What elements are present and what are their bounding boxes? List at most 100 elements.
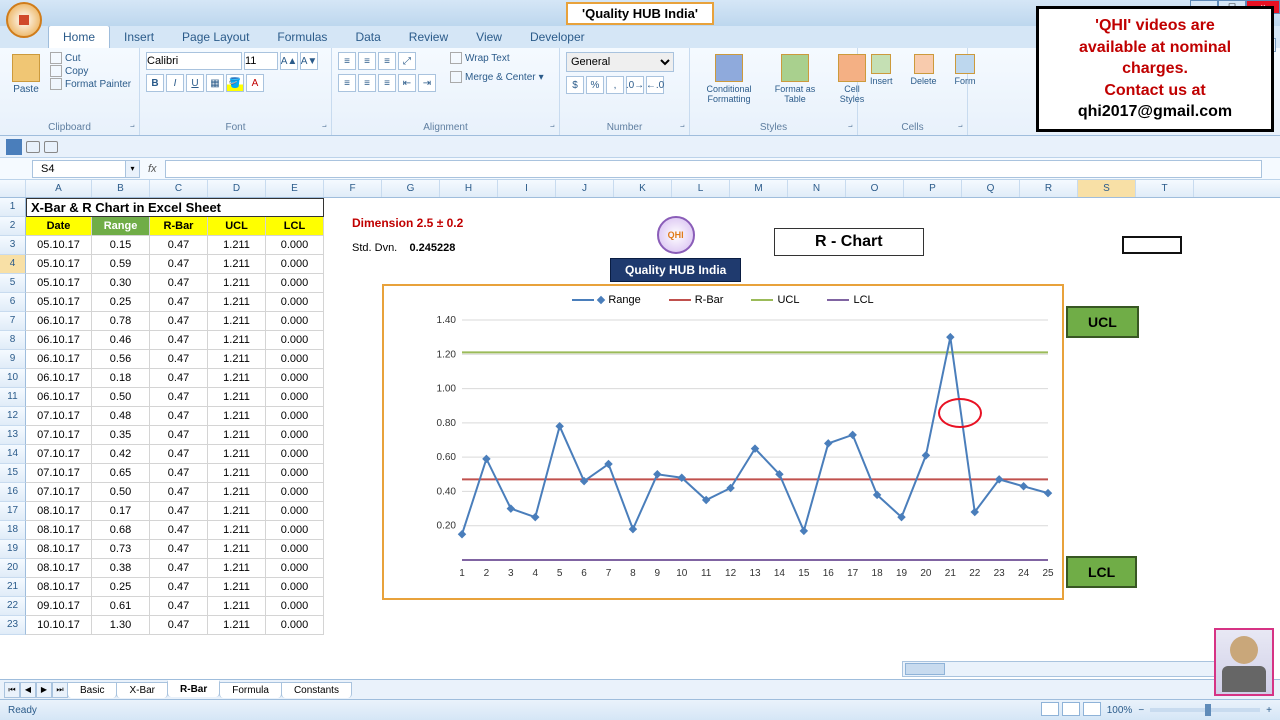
tab-review[interactable]: Review (395, 26, 462, 48)
font-name-input[interactable] (146, 52, 242, 70)
tab-view[interactable]: View (462, 26, 516, 48)
col-header[interactable]: Q (962, 180, 1020, 197)
sheet-nav-next[interactable]: ▶ (36, 682, 52, 698)
format-painter-button[interactable]: Format Painter (50, 78, 131, 90)
align-left[interactable]: ≡ (338, 74, 356, 92)
col-header[interactable]: C (150, 180, 208, 197)
svg-text:0.80: 0.80 (437, 418, 457, 429)
align-bottom[interactable]: ≡ (378, 52, 396, 70)
italic-button[interactable]: I (166, 74, 184, 92)
tab-formulas[interactable]: Formulas (263, 26, 341, 48)
insert-cells-button[interactable]: Insert (864, 52, 899, 88)
col-header[interactable]: M (730, 180, 788, 197)
font-color-button[interactable]: A (246, 74, 264, 92)
col-header[interactable]: K (614, 180, 672, 197)
col-header[interactable]: N (788, 180, 846, 197)
paste-button[interactable]: Paste (6, 52, 46, 97)
name-box[interactable] (32, 160, 126, 178)
increase-decimal[interactable]: .0→ (626, 76, 644, 94)
sheet-tab-xbar[interactable]: X-Bar (116, 682, 168, 698)
percent-button[interactable]: % (586, 76, 604, 94)
col-header[interactable]: S (1078, 180, 1136, 197)
decrease-font-button[interactable]: A▼ (300, 52, 318, 70)
col-header[interactable]: J (556, 180, 614, 197)
align-middle[interactable]: ≡ (358, 52, 376, 70)
number-format-select[interactable]: General (566, 52, 674, 72)
merge-center-button[interactable]: Merge & Center ▾ (450, 71, 544, 83)
copy-button[interactable]: Copy (50, 65, 131, 77)
align-top[interactable]: ≡ (338, 52, 356, 70)
border-button[interactable]: ▦ (206, 74, 224, 92)
align-center[interactable]: ≡ (358, 74, 376, 92)
col-header[interactable]: H (440, 180, 498, 197)
sheet-nav-first[interactable]: ⏮ (4, 682, 20, 698)
col-header[interactable]: P (904, 180, 962, 197)
col-header[interactable]: A (26, 180, 92, 197)
promo-line: available at nominal (1047, 37, 1263, 59)
tab-developer[interactable]: Developer (516, 26, 599, 48)
worksheet-grid[interactable]: A B C D E F G H I J K L M N O P Q R S T … (0, 180, 1280, 682)
zoom-in-button[interactable]: + (1266, 705, 1272, 716)
orientation-button[interactable]: ⤢ (398, 52, 416, 70)
col-header[interactable]: O (846, 180, 904, 197)
name-box-dropdown[interactable]: ▾ (126, 160, 140, 178)
redo-button[interactable] (44, 141, 58, 153)
cond-format-icon (715, 54, 743, 82)
svg-text:0.40: 0.40 (437, 486, 457, 497)
sheet-tab-rbar[interactable]: R-Bar (167, 680, 220, 697)
wrap-text-button[interactable]: Wrap Text (450, 52, 544, 64)
brand-name: Quality HUB India (610, 258, 741, 282)
underline-button[interactable]: U (186, 74, 204, 92)
normal-view-button[interactable] (1041, 702, 1059, 716)
format-as-table-button[interactable]: Format as Table (768, 52, 822, 106)
sheet-nav-prev[interactable]: ◀ (20, 682, 36, 698)
fx-icon[interactable]: fx (148, 163, 157, 175)
sheet-nav-last[interactable]: ⏭ (52, 682, 68, 698)
col-header[interactable]: E (266, 180, 324, 197)
cut-button[interactable]: Cut (50, 52, 131, 64)
sheet-tab-formula[interactable]: Formula (219, 682, 282, 698)
select-all-corner[interactable] (0, 180, 26, 197)
col-header[interactable]: G (382, 180, 440, 197)
page-break-view-button[interactable] (1083, 702, 1101, 716)
fill-color-button[interactable]: 🪣 (226, 74, 244, 92)
svg-text:0.60: 0.60 (437, 452, 457, 463)
tab-insert[interactable]: Insert (110, 26, 168, 48)
font-size-input[interactable] (244, 52, 278, 70)
decrease-decimal[interactable]: ←.0 (646, 76, 664, 94)
bold-button[interactable]: B (146, 74, 164, 92)
office-button[interactable] (6, 2, 42, 38)
sheet-tab-constants[interactable]: Constants (281, 682, 352, 698)
col-header[interactable]: I (498, 180, 556, 197)
format-cells-button[interactable]: Form (949, 52, 982, 88)
save-button[interactable] (6, 139, 22, 155)
tab-data[interactable]: Data (341, 26, 394, 48)
page-layout-view-button[interactable] (1062, 702, 1080, 716)
col-header[interactable]: R (1020, 180, 1078, 197)
chart-object[interactable]: Range R-Bar UCL LCL 0.200.400.600.801.00… (382, 284, 1064, 600)
zoom-out-button[interactable]: − (1138, 705, 1144, 716)
group-label: Number (560, 122, 689, 133)
col-header[interactable]: L (672, 180, 730, 197)
tab-page-layout[interactable]: Page Layout (168, 26, 263, 48)
col-header[interactable]: B (92, 180, 150, 197)
tab-home[interactable]: Home (48, 25, 110, 48)
zoom-slider[interactable] (1150, 708, 1260, 712)
align-right[interactable]: ≡ (378, 74, 396, 92)
undo-button[interactable] (26, 141, 40, 153)
currency-button[interactable]: $ (566, 76, 584, 94)
conditional-formatting-button[interactable]: Conditional Formatting (696, 52, 762, 106)
decrease-indent[interactable]: ⇤ (398, 74, 416, 92)
active-cell[interactable] (1122, 236, 1182, 254)
col-header[interactable]: D (208, 180, 266, 197)
delete-cells-button[interactable]: Delete (905, 52, 943, 88)
formula-input[interactable] (165, 160, 1262, 178)
col-header[interactable]: F (324, 180, 382, 197)
comma-button[interactable]: , (606, 76, 624, 94)
increase-font-button[interactable]: A▲ (280, 52, 298, 70)
sheet-tab-basic[interactable]: Basic (67, 682, 117, 698)
col-header[interactable]: T (1136, 180, 1194, 197)
increase-indent[interactable]: ⇥ (418, 74, 436, 92)
horizontal-scrollbar[interactable] (902, 661, 1262, 677)
svg-text:8: 8 (630, 568, 636, 579)
